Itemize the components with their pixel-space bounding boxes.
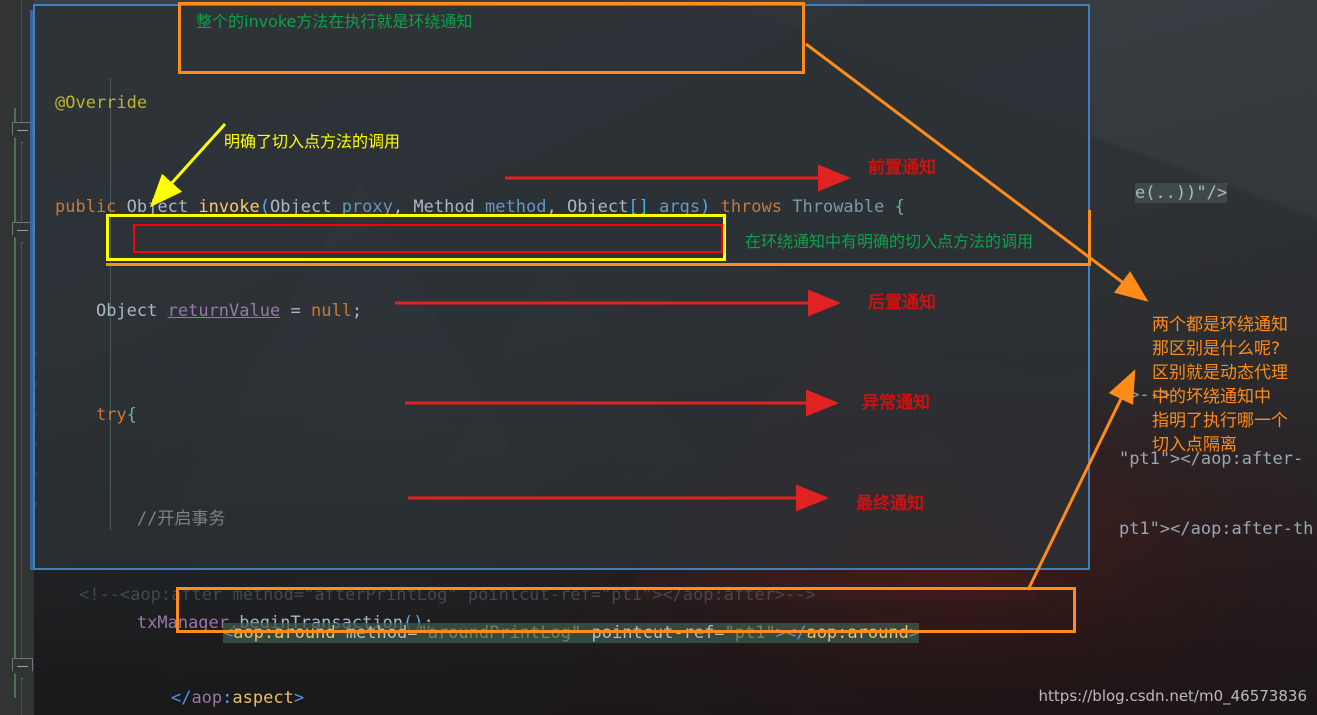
annotation-yellow-mid: 明确了切入点方法的调用 [224,132,401,151]
red-highlight-box-return-value [133,224,723,253]
orange-highlight-box-aop-around [176,587,1076,633]
editor-gutter[interactable] [0,0,38,715]
annotation-label-finally-advice: 最终通知 [856,494,924,514]
xml-fragment-text: pt1"></aop:after-th [1118,519,1314,539]
vcs-change-marker [14,108,16,698]
annotation-green-right: 在环绕通知中有明确的切入点方法的调用 [745,232,1034,251]
annotation-orange-paragraph-line: 中的坏绕通知中 [1152,387,1271,407]
annotation-orange-paragraph-line: 指明了执行哪一个 [1152,411,1288,431]
screenshot-root: e(..))"/> e>--> "pt1"></aop:after- pt1">… [0,0,1317,715]
code-lines-container: @Override public Object invoke(Object pr… [35,6,1088,633]
xml-fragment-pt1-after-throwing: pt1"></aop:after-th [1078,490,1313,568]
annotation-label-after-advice: 后置通知 [868,293,936,313]
aop-config-close-line: </aop:config> [74,692,248,715]
code-line-comment: //开启事务 [136,509,226,529]
annotation-orange-paragraph-line: 那区别是什么呢? [1152,339,1281,359]
annotation-orange-paragraph-line: 切入点隔离 [1152,435,1237,455]
annotation-label-throwing-advice: 异常通知 [862,393,930,413]
code-line: @Override [55,93,148,113]
annotation-orange-paragraph-line: 两个都是环绕通知 [1152,315,1288,335]
annotation-green-top: 整个的invoke方法在执行就是环绕通知 [196,12,473,31]
xml-fragment-text: e(..))"/> [1134,183,1228,203]
csdn-watermark: https://blog.csdn.net/m0_46573836 [1038,687,1307,705]
java-code-block[interactable]: @Override public Object invoke(Object pr… [33,4,1090,633]
xml-fragment-expression-tail: e(..))"/> [1094,154,1228,232]
fold-guide-line [21,0,22,715]
annotation-orange-paragraph-line: 区别就是动态代理 [1152,363,1288,383]
annotation-label-before-advice: 前置通知 [868,158,936,178]
code-line: try{ [95,405,137,425]
